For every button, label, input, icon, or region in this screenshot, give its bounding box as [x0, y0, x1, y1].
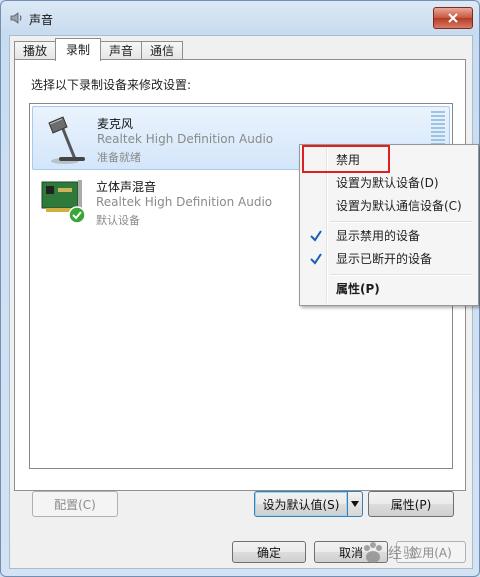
menu-item-show-disconnected[interactable]: 显示已断开的设备	[302, 248, 474, 270]
menu-item-show-disabled[interactable]: 显示禁用的设备	[302, 225, 474, 247]
annotation-highlight-box	[302, 145, 390, 173]
configure-button[interactable]: 配置(C)	[32, 491, 118, 517]
paw-logo-icon	[364, 542, 382, 563]
device-driver: Realtek High Definition Audio	[96, 195, 273, 209]
checkmark-icon	[310, 230, 322, 242]
title-bar[interactable]: 声音	[1, 1, 479, 35]
menu-item-properties[interactable]: 属性(P)	[302, 278, 474, 300]
device-driver: Realtek High Definition Audio	[97, 132, 274, 146]
menu-item-set-default-comm-device[interactable]: 设置为默认通信设备(C)	[302, 195, 474, 217]
tab-playback[interactable]: 播放	[14, 41, 57, 61]
device-status: 默认设备	[96, 214, 140, 227]
tab-strip: 播放 录制 声音 通信	[14, 38, 184, 61]
instruction-text: 选择以下录制设备来修改设置:	[31, 78, 192, 92]
window-title: 声音	[29, 13, 54, 27]
menu-separator	[330, 274, 472, 276]
device-name: 麦克风	[97, 117, 134, 131]
ok-button[interactable]: 确定	[232, 541, 306, 563]
chevron-down-icon	[351, 501, 359, 507]
set-default-button[interactable]: 设为默认值(S)	[254, 491, 348, 517]
tab-sounds[interactable]: 声音	[100, 41, 143, 61]
device-name: 立体声混音	[96, 180, 157, 194]
baidu-watermark: 经验	[360, 536, 470, 570]
checkmark-icon	[310, 253, 322, 265]
speaker-icon	[10, 12, 22, 24]
close-button[interactable]	[433, 7, 473, 29]
tab-recording[interactable]: 录制	[55, 38, 102, 61]
device-status: 准备就绪	[97, 151, 141, 164]
microphone-icon	[48, 116, 85, 164]
tab-communications[interactable]: 通信	[141, 41, 184, 61]
set-default-dropdown[interactable]	[347, 491, 363, 517]
watermark-text: 经验	[388, 546, 418, 562]
close-icon	[448, 13, 458, 23]
menu-item-set-default-device[interactable]: 设置为默认设备(D)	[302, 172, 474, 194]
menu-separator	[330, 221, 472, 223]
properties-button[interactable]: 属性(P)	[368, 491, 454, 517]
green-check-icon	[68, 206, 86, 224]
